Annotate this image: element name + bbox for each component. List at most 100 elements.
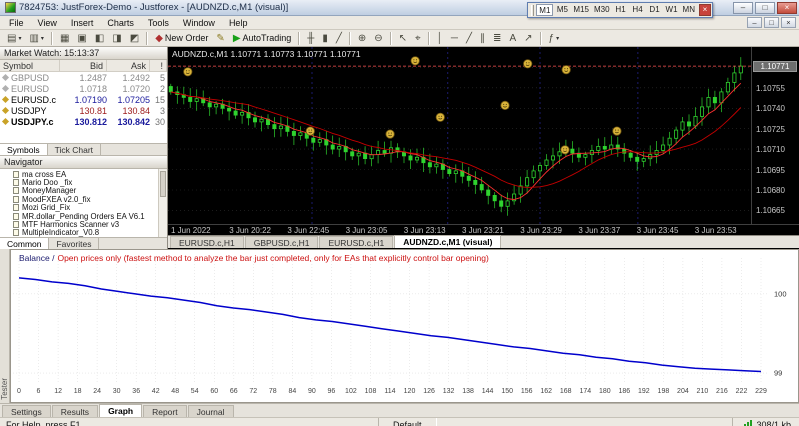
indicators-button[interactable]: ƒ ▾ [545, 31, 564, 46]
toolbar-separator [348, 31, 351, 45]
data-window-button[interactable]: ▣ [73, 31, 90, 46]
ask-value: 130.842 [117, 116, 150, 127]
market-watch-row[interactable]: USDJPY.c 130.812 130.842 30 [0, 116, 167, 127]
chart-tab-audnzd-c-m1-visual[interactable]: AUDNZD.c,M1 (visual) [394, 235, 502, 248]
menu-tools[interactable]: Tools [141, 17, 176, 29]
navigator-button[interactable]: ◧ [91, 31, 108, 46]
candle-body [700, 106, 705, 117]
timeframe-m30-button[interactable]: M30 [592, 4, 612, 16]
chart-bars-button[interactable]: ╫ [303, 31, 318, 46]
timeframes-close-button[interactable]: × [699, 4, 711, 16]
tester-tab-results[interactable]: Results [51, 405, 99, 418]
column-header-symbol[interactable]: Symbol [0, 60, 60, 71]
column-header-ask[interactable]: Ask [107, 60, 150, 71]
timeframe-d1-button[interactable]: D1 [647, 4, 663, 16]
menu-view[interactable]: View [31, 17, 64, 29]
chart-tab-gbpusd-c-h1[interactable]: GBPUSD.c,H1 [244, 236, 319, 248]
candle-body [499, 200, 504, 207]
chart-line-button[interactable]: ╱ [332, 31, 346, 46]
smiley-eye [615, 129, 617, 131]
market-watch-tabs: Symbols Tick Chart [0, 143, 167, 155]
tester-x-tick-label: 60 [210, 388, 218, 395]
tester-tab-report[interactable]: Report [143, 405, 187, 418]
toolbar-grip[interactable] [531, 4, 535, 16]
price-chart-canvas[interactable] [168, 47, 751, 224]
price-tick-label: 1.10725 [756, 124, 785, 134]
autotrading-button[interactable]: ▶ AutoTrading [229, 31, 295, 46]
timeframe-w1-button[interactable]: W1 [664, 4, 680, 16]
menu-window[interactable]: Window [176, 17, 222, 29]
navigator-item-multipleindicator-v0-8[interactable]: MultipleIndicator_V0.8 [0, 228, 167, 237]
menu-charts[interactable]: Charts [100, 17, 141, 29]
column-header-bid[interactable]: Bid [60, 60, 107, 71]
vertical-line-button[interactable]: │ [433, 31, 447, 46]
symbol-name: EURUSD.c [11, 94, 57, 105]
chart-candles-button[interactable]: ▮ [318, 31, 332, 46]
navigator-scrollbar[interactable] [158, 169, 167, 238]
symbol-icon [1, 117, 10, 126]
navigator-tab-favorites[interactable]: Favorites [49, 238, 100, 250]
tester-tabs-bar: Settings Results Graph Report Journal [0, 403, 799, 418]
new-order-button[interactable]: ◆ New Order [151, 31, 212, 46]
timeframe-m5-button[interactable]: M5 [554, 4, 570, 16]
market-watch-row[interactable]: USDJPY 130.81 130.84 3 [0, 105, 167, 116]
scrollbar-thumb[interactable] [160, 171, 166, 197]
tester-caption-bar[interactable]: Tester [0, 249, 10, 404]
window-maximize-button[interactable]: □ [755, 1, 775, 14]
timeframe-h1-button[interactable]: H1 [613, 4, 629, 16]
text-label-button[interactable]: A [505, 31, 520, 46]
trade-marker-icon [435, 112, 445, 122]
timeframe-m15-button[interactable]: M15 [571, 4, 591, 16]
market-watch-tab-tick-chart[interactable]: Tick Chart [48, 144, 102, 155]
spread-value: 30 [154, 116, 165, 127]
bid-value: 1.07190 [74, 94, 107, 105]
window-close-button[interactable]: × [777, 1, 797, 14]
navigator-tab-common[interactable]: Common [0, 238, 50, 250]
arrow-tool-button[interactable]: ↗ [520, 31, 536, 46]
tester-tab-graph[interactable]: Graph [99, 404, 143, 418]
terminal-button[interactable]: ◨ [108, 31, 125, 46]
profiles-button[interactable]: ▥ ▾ [25, 31, 47, 46]
price-axis[interactable]: 1.107701.107551.107401.107251.107101.106… [751, 47, 799, 224]
crosshair-button[interactable]: ⌖ [411, 31, 425, 46]
timeframe-m1-button[interactable]: M1 [536, 4, 554, 16]
market-watch-button[interactable]: ▦ [56, 31, 73, 46]
new-chart-button[interactable]: ▤ ▾ [3, 31, 25, 46]
market-watch-row[interactable]: EURUSD.c 1.07190 1.07205 15 [0, 94, 167, 105]
chart-tab-eurusd-c-h1[interactable]: EURUSD.c,H1 [170, 236, 244, 248]
timeframe-mn-button[interactable]: MN [681, 4, 697, 16]
column-header-spread[interactable]: ! [150, 60, 167, 71]
window-minimize-button[interactable]: – [733, 1, 753, 14]
tester-tab-journal[interactable]: Journal [187, 405, 234, 418]
chart-restore-button[interactable]: □ [764, 17, 779, 28]
menu-insert[interactable]: Insert [64, 17, 101, 29]
trendline-button[interactable]: ╱ [462, 31, 476, 46]
fibonacci-retracement-button[interactable]: ≣ [489, 31, 505, 46]
strategy-tester-button[interactable]: ◩ [126, 31, 143, 46]
status-profile[interactable]: Default [378, 418, 437, 426]
menu-file[interactable]: File [2, 17, 31, 29]
zoom-in-button[interactable]: ⊕ [354, 31, 370, 46]
chart-area[interactable]: AUDNZD.c,M1 1.10771 1.10773 1.10771 1.10… [168, 47, 799, 224]
tester-x-tick-label: 162 [540, 388, 552, 395]
zoom-out-button[interactable]: ⊖ [370, 31, 386, 46]
candle-body [311, 137, 316, 143]
tester-tab-settings[interactable]: Settings [2, 405, 51, 418]
menu-help[interactable]: Help [222, 17, 255, 29]
cursor-button[interactable]: ↖ [395, 31, 411, 46]
new-order-label: New Order [164, 33, 209, 43]
chart-tab-eurusd-c-h1[interactable]: EURUSD.c,H1 [319, 236, 394, 248]
metaeditor-button[interactable]: ✎ [212, 31, 228, 46]
market-watch-row[interactable]: GBPUSD 1.2487 1.2492 5 [0, 72, 167, 83]
new-chart-icon: ▤ [7, 32, 17, 44]
horizontal-line-button[interactable]: ─ [447, 31, 462, 46]
equidistant-channel-button[interactable]: ∥ [476, 31, 489, 46]
timeframe-h4-button[interactable]: H4 [630, 4, 646, 16]
chart-minimize-button[interactable]: – [747, 17, 762, 28]
candle-body [363, 152, 368, 159]
market-watch-row[interactable]: EURUSD 1.0718 1.0720 2 [0, 83, 167, 94]
time-axis[interactable]: 1 Jun 2022 3 Jun 20:22 3 Jun 22:45 3 Jun 23… [168, 224, 799, 235]
terminal-icon: ◨ [112, 32, 122, 44]
market-watch-tab-symbols[interactable]: Symbols [0, 144, 48, 155]
chart-close-button[interactable]: × [781, 17, 796, 28]
